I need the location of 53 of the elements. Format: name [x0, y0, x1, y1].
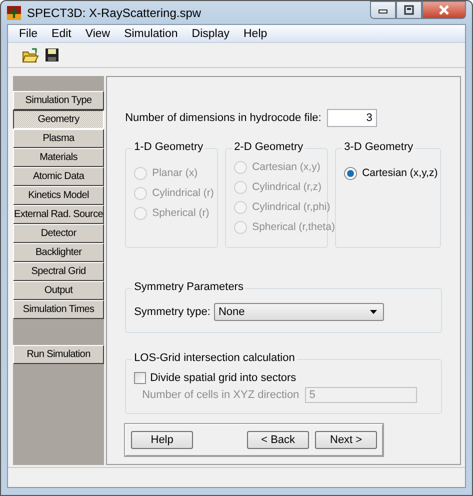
- sidebar-item[interactable]: Output: [13, 281, 104, 300]
- group-title: 3-D Geometry: [342, 141, 416, 153]
- open-folder-icon[interactable]: [22, 48, 39, 62]
- dimensions-field[interactable]: 3: [327, 109, 378, 127]
- dialog-button[interactable]: Next >: [315, 431, 378, 450]
- dialog-button[interactable]: < Back: [247, 431, 310, 450]
- menu-item[interactable]: File: [12, 28, 45, 40]
- close-icon: [439, 5, 449, 15]
- menu-item[interactable]: Display: [184, 28, 236, 40]
- sidebar-item[interactable]: Simulation Type: [13, 91, 104, 110]
- radio-label: Cartesian (x,y,z): [362, 167, 438, 179]
- radio-label: Cartesian (x,y): [252, 161, 320, 173]
- radio-label: Planar (x): [152, 167, 198, 179]
- window-title: SPECT3D: X-RayScattering.spw: [27, 6, 202, 20]
- sidebar-item[interactable]: Materials: [13, 148, 104, 167]
- group-title: LOS-Grid intersection calculation: [132, 352, 297, 364]
- minimize-button[interactable]: [370, 1, 396, 19]
- sidebar-item[interactable]: Atomic Data: [13, 167, 104, 186]
- close-button[interactable]: [422, 1, 466, 19]
- sidebar-item[interactable]: Plasma: [13, 129, 104, 148]
- group-title: Symmetry Parameters: [132, 281, 246, 293]
- menu-item[interactable]: Help: [236, 28, 274, 40]
- maximize-icon: [404, 5, 414, 15]
- sidebar-item[interactable]: Backlighter: [13, 243, 104, 262]
- dropdown-arrow-icon: [370, 310, 378, 314]
- app-icon: [7, 6, 21, 20]
- radio-label: Spherical (r): [152, 207, 210, 219]
- dimensions-label: Number of dimensions in hydrocode file:: [125, 112, 322, 124]
- menu-item[interactable]: Edit: [44, 28, 78, 40]
- menu-item[interactable]: View: [78, 28, 118, 40]
- radio-label: Spherical (r,theta): [252, 221, 335, 233]
- radio-label: Cylindrical (r,z): [252, 181, 322, 193]
- symmetry-type-dropdown[interactable]: None: [214, 303, 384, 321]
- sidebar-item[interactable]: Simulation Times: [13, 300, 104, 319]
- sidebar-item[interactable]: Geometry: [13, 110, 104, 129]
- radio-button[interactable]: [344, 166, 358, 180]
- radio-label: Cylindrical (r): [152, 187, 214, 199]
- sidebar-item[interactable]: External Rad. Source: [13, 205, 104, 224]
- save-icon[interactable]: [45, 48, 59, 62]
- checkbox[interactable]: [134, 372, 146, 384]
- radio-label: Cylindrical (r,phi): [252, 201, 330, 213]
- sidebar-item[interactable]: Kinetics Model: [13, 186, 104, 205]
- run-simulation-button[interactable]: Run Simulation: [13, 345, 104, 364]
- cells-label: Number of cells in XYZ direction: [142, 389, 300, 402]
- sidebar-item[interactable]: Detector: [13, 224, 104, 243]
- checkbox-label: Divide spatial grid into sectors: [150, 372, 296, 384]
- group-title: 2-D Geometry: [232, 141, 306, 153]
- dialog-button[interactable]: Help: [131, 431, 194, 450]
- group-title: 1-D Geometry: [132, 141, 206, 153]
- menu-item[interactable]: Simulation: [117, 28, 185, 40]
- sidebar-item[interactable]: Spectral Grid: [13, 262, 104, 281]
- symmetry-type-label: Symmetry type:: [134, 306, 210, 318]
- maximize-button[interactable]: [396, 1, 422, 19]
